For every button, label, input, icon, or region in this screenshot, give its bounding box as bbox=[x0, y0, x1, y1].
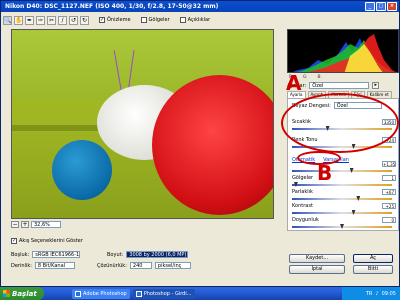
callout-label-a: A bbox=[286, 71, 302, 95]
clock: 09:05 bbox=[381, 290, 396, 297]
resolution-input[interactable]: 240 bbox=[129, 262, 152, 269]
settings-menu-icon[interactable]: ▸ bbox=[372, 82, 380, 89]
checkbox-box[interactable]: ✓ bbox=[99, 17, 105, 23]
done-button[interactable]: Bitti bbox=[353, 265, 393, 274]
start-label: Başlat bbox=[12, 289, 37, 298]
brightness-row: Parlaklık +67 bbox=[292, 189, 398, 203]
zoom-controls: − + 32,6% bbox=[11, 220, 61, 229]
preview-label: Önizleme bbox=[107, 17, 131, 23]
toolbar: 🔍 ✋ ✒ ✑ ✂ ∕ ↺ ↻ ✓ Önizleme Gölgeler Açık… bbox=[3, 14, 283, 26]
zoom-tool-icon[interactable]: 🔍 bbox=[3, 15, 12, 25]
window-controls: _ □ × bbox=[365, 2, 397, 11]
windows-logo-icon bbox=[3, 290, 10, 297]
taskbar-item-photoshop[interactable]: Adobe Photoshop bbox=[72, 288, 130, 299]
exposure-slider-track[interactable] bbox=[292, 170, 392, 172]
zoom-level-select[interactable]: 32,6% bbox=[31, 221, 61, 228]
minimize-button[interactable]: _ bbox=[365, 2, 375, 11]
rotate-right-icon[interactable]: ↻ bbox=[80, 15, 89, 25]
save-button[interactable]: Kaydet... bbox=[289, 254, 345, 263]
space-field: Boşluk: sRGB IEC61966-1 bbox=[11, 251, 81, 258]
brightness-slider-track[interactable] bbox=[292, 198, 392, 200]
contrast-label: Kontrast bbox=[292, 203, 313, 209]
histogram-graph bbox=[293, 34, 396, 72]
taskbar: Başlat Adobe Photoshop Photoshop - Girdi… bbox=[0, 287, 400, 300]
space-select[interactable]: sRGB IEC61966-1 bbox=[32, 251, 81, 258]
photoshop-app-icon bbox=[135, 290, 142, 297]
contrast-field[interactable]: +25 bbox=[382, 203, 396, 209]
language-indicator[interactable]: TR bbox=[366, 291, 373, 297]
resolution-field: Çözünürlük: 240 piksel/inç bbox=[97, 262, 191, 269]
show-workflow-label: Akış Seçeneklerini Göster bbox=[19, 238, 83, 244]
shadows-row: Gölgeler 1 bbox=[292, 175, 398, 189]
zoom-in-button[interactable]: + bbox=[21, 221, 29, 228]
shadows-check-label: Gölgeler bbox=[148, 17, 170, 23]
photoshop-app-icon bbox=[75, 290, 81, 297]
histogram-rgb-readout: R: G: B: bbox=[287, 74, 399, 81]
taskbar-item-label: Adobe Photoshop bbox=[83, 290, 127, 297]
resolution-label: Çözünürlük: bbox=[97, 262, 127, 269]
size-select[interactable]: 3008 by 2000 (6,0 MP) bbox=[126, 251, 189, 258]
depth-field: Derinlik: 8 Bit/Kanal bbox=[11, 262, 75, 269]
white-balance-tool-icon[interactable]: ✒ bbox=[25, 15, 34, 25]
saturation-row: Doygunluk 0 bbox=[292, 217, 398, 231]
shadows-field[interactable]: 1 bbox=[382, 175, 396, 181]
start-button[interactable]: Başlat bbox=[0, 287, 44, 300]
cancel-button[interactable]: İptal bbox=[289, 265, 345, 274]
saturation-label: Doygunluk bbox=[292, 217, 319, 223]
brightness-label: Parlaklık bbox=[292, 189, 313, 195]
volume-icon[interactable]: ♪ bbox=[375, 291, 378, 297]
hand-tool-icon[interactable]: ✋ bbox=[14, 15, 23, 25]
open-button[interactable]: Aç bbox=[353, 254, 393, 263]
rgb-g-label: G: bbox=[303, 74, 308, 79]
maximize-button[interactable]: □ bbox=[376, 2, 386, 11]
crop-tool-icon[interactable]: ✂ bbox=[47, 15, 56, 25]
settings-select[interactable]: Özel bbox=[309, 82, 370, 89]
saturation-field[interactable]: 0 bbox=[382, 217, 396, 223]
histogram bbox=[287, 29, 399, 73]
checkbox-box[interactable] bbox=[179, 17, 186, 23]
contrast-slider-track[interactable] bbox=[292, 212, 392, 214]
space-label: Boşluk: bbox=[11, 251, 30, 258]
highlights-checkbox[interactable]: Açıklıklar bbox=[179, 17, 211, 23]
window-title: Nikon D40: DSC_1127.NEF (ISO 400, 1/30, … bbox=[5, 3, 219, 10]
depth-select[interactable]: 8 Bit/Kanal bbox=[34, 262, 75, 269]
depth-label: Derinlik: bbox=[11, 262, 32, 269]
zoom-out-button[interactable]: − bbox=[11, 221, 19, 228]
red-yarn-ball bbox=[152, 75, 273, 215]
contrast-row: Kontrast +25 bbox=[292, 203, 398, 217]
rotate-left-icon[interactable]: ↺ bbox=[69, 15, 78, 25]
checkbox-box[interactable] bbox=[140, 17, 147, 23]
shadows-label: Gölgeler bbox=[292, 175, 314, 181]
show-workflow-options[interactable]: ✓ Akış Seçeneklerini Göster bbox=[11, 238, 83, 244]
taskbar-item-label: Photoshop - Girdi... bbox=[143, 290, 192, 297]
brightness-field[interactable]: +67 bbox=[382, 189, 396, 195]
size-field: Boyut: 3008 by 2000 (6,0 MP) bbox=[107, 251, 189, 258]
blue-yarn-ball bbox=[52, 140, 112, 200]
workflow-options: ✓ Akış Seçeneklerini Göster Boşluk: sRGB… bbox=[3, 237, 399, 287]
callout-ellipse-a bbox=[281, 93, 399, 153]
preview-checkbox[interactable]: ✓ Önizleme bbox=[99, 17, 131, 23]
checkbox-box[interactable]: ✓ bbox=[11, 238, 17, 244]
size-label: Boyut: bbox=[107, 251, 124, 258]
close-button[interactable]: × bbox=[387, 2, 397, 11]
image-preview[interactable] bbox=[11, 29, 274, 219]
straighten-tool-icon[interactable]: ∕ bbox=[58, 15, 67, 25]
shadows-checkbox[interactable]: Gölgeler bbox=[140, 17, 170, 23]
title-bar: Nikon D40: DSC_1127.NEF (ISO 400, 1/30, … bbox=[1, 1, 399, 12]
highlights-check-label: Açıklıklar bbox=[187, 17, 211, 23]
resolution-unit-select[interactable]: piksel/inç bbox=[154, 262, 191, 269]
settings-row: Ayarlar: Özel ▸ bbox=[287, 81, 399, 90]
camera-raw-window: Nikon D40: DSC_1127.NEF (ISO 400, 1/30, … bbox=[0, 0, 400, 287]
callout-label-b: B bbox=[317, 161, 333, 185]
yarn-photo bbox=[12, 30, 273, 218]
system-tray: TR ♪ 09:05 bbox=[342, 287, 400, 300]
taskbar-item-camera-raw[interactable]: Photoshop - Girdi... bbox=[132, 288, 195, 299]
color-sampler-tool-icon[interactable]: ✑ bbox=[36, 15, 45, 25]
shadows-slider-track[interactable] bbox=[292, 184, 392, 186]
rgb-b-label: B: bbox=[317, 74, 322, 79]
exposure-field[interactable]: +1,35 bbox=[382, 161, 396, 167]
